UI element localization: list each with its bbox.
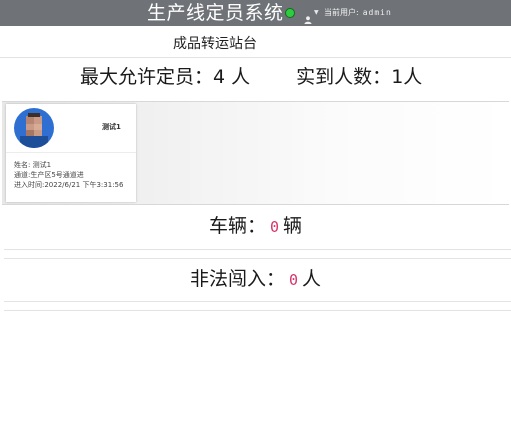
actual-count-label: 实到人数： bbox=[296, 66, 392, 88]
divider bbox=[0, 57, 511, 58]
vehicle-count: 车辆： 0 辆 bbox=[0, 213, 511, 240]
card-divider bbox=[6, 152, 136, 153]
current-user-name: admin bbox=[362, 8, 392, 17]
top-bar: 生产线定员系统 ▼ 当前用户: admin bbox=[0, 0, 511, 26]
max-capacity-unit: 人 bbox=[231, 66, 251, 88]
actual-count-unit: 人 bbox=[403, 66, 423, 88]
current-user-prefix: 当前用户: bbox=[324, 8, 359, 17]
caret-down-icon[interactable]: ▼ bbox=[314, 9, 319, 17]
status-indicator-icon bbox=[285, 8, 295, 18]
divider bbox=[4, 301, 511, 302]
max-capacity-value: 4 bbox=[213, 66, 226, 88]
intrusion-value: 0 bbox=[288, 271, 299, 289]
capacity-summary: 最大允许定员：4 人实到人数：1人 bbox=[80, 64, 422, 90]
intrusion-count: 非法闯入： 0 人 bbox=[0, 266, 511, 293]
vehicle-label: 车辆： bbox=[208, 215, 266, 237]
avatar bbox=[14, 108, 54, 148]
divider bbox=[4, 310, 511, 311]
intrusion-label: 非法闯入： bbox=[189, 268, 285, 290]
vehicle-unit: 辆 bbox=[283, 215, 303, 237]
app-title: 生产线定员系统 bbox=[147, 2, 284, 24]
person-name: 测试1 bbox=[102, 123, 121, 131]
max-capacity-label: 最大允许定员： bbox=[80, 66, 214, 88]
person-info: 姓名: 测试1 通道:生产区5号通道进 进入时间:2022/6/21 下午3:3… bbox=[14, 160, 123, 190]
person-info-channel: 通道:生产区5号通道进 bbox=[14, 171, 84, 179]
personnel-list: 测试1 姓名: 测试1 通道:生产区5号通道进 进入时间:2022/6/21 下… bbox=[2, 101, 509, 205]
actual-count-value: 1 bbox=[391, 66, 404, 88]
user-icon[interactable] bbox=[304, 9, 312, 24]
person-info-name: 姓名: 测试1 bbox=[14, 161, 52, 169]
vehicle-value: 0 bbox=[269, 218, 280, 236]
current-user-menu[interactable]: 当前用户: admin bbox=[324, 7, 392, 19]
station-name: 成品转运站台 bbox=[173, 36, 257, 52]
person-card[interactable]: 测试1 姓名: 测试1 通道:生产区5号通道进 进入时间:2022/6/21 下… bbox=[6, 104, 136, 202]
divider bbox=[4, 249, 511, 250]
person-info-time: 进入时间:2022/6/21 下午3:31:56 bbox=[14, 181, 124, 189]
divider bbox=[4, 258, 511, 259]
intrusion-unit: 人 bbox=[302, 268, 322, 290]
